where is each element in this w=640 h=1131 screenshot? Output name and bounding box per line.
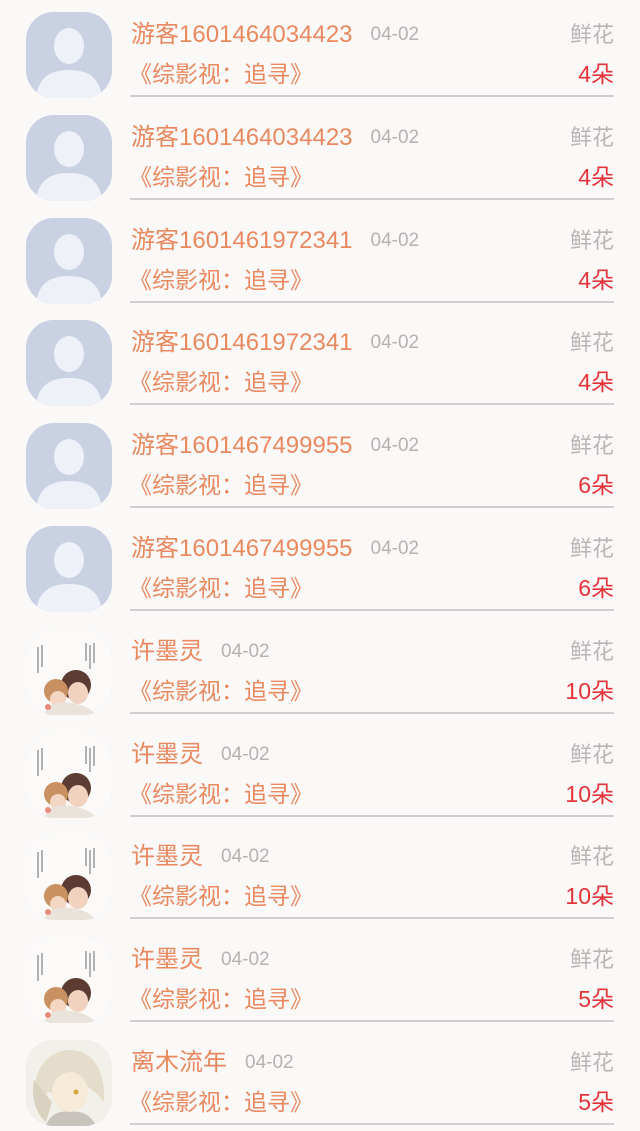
gift-type-label: 鲜花 — [569, 741, 614, 767]
gift-count-label: 10朵 — [565, 677, 614, 704]
list-item[interactable]: 游客1601464034423 04-02 鲜花 《综影视：追寻》 4朵 — [0, 103, 640, 206]
divider — [130, 609, 614, 611]
list-item[interactable]: 许墨灵 04-02 鲜花 《综影视：追寻》 10朵 — [0, 617, 640, 720]
divider — [130, 711, 614, 714]
divider — [130, 95, 614, 97]
divider — [130, 1123, 614, 1125]
gift-type-label: 鲜花 — [569, 844, 614, 870]
divider — [130, 403, 614, 406]
username[interactable]: 许墨灵 04-02 — [131, 637, 270, 667]
gift-count-label: 4朵 — [578, 61, 614, 87]
username[interactable]: 游客1601467499955 04-02 — [131, 431, 419, 461]
username-text: 游客1601461972341 — [131, 226, 353, 254]
date-label: 04-02 — [221, 846, 270, 868]
divider — [130, 917, 614, 920]
list-item[interactable]: 许墨灵 04-02 鲜花 《综影视：追寻》 10朵 — [0, 822, 640, 925]
date-label: 04-02 — [370, 332, 420, 354]
gift-count-label: 10朵 — [565, 883, 614, 910]
date-label: 04-02 — [221, 949, 270, 971]
book-title-link[interactable]: 《综影视：追寻》 — [129, 573, 313, 603]
divider — [130, 197, 614, 200]
gift-type-label: 鲜花 — [569, 227, 614, 253]
avatar[interactable] — [26, 320, 112, 407]
avatar[interactable] — [26, 12, 112, 98]
list-item[interactable]: 游客1601467499955 04-02 鲜花 《综影视：追寻》 6朵 — [0, 411, 640, 514]
gift-type-label: 鲜花 — [569, 433, 614, 459]
avatar[interactable] — [26, 731, 112, 818]
gift-type-label: 鲜花 — [569, 124, 614, 150]
username[interactable]: 许墨灵 04-02 — [131, 740, 270, 770]
list-item[interactable]: 许墨灵 04-02 鲜花 《综影视：追寻》 10朵 — [0, 720, 640, 823]
gift-count-label: 5朵 — [578, 1089, 614, 1115]
gift-count-label: 6朵 — [578, 575, 614, 601]
gift-count-label: 10朵 — [565, 780, 614, 807]
book-title-link[interactable]: 《综影视：追寻》 — [129, 162, 313, 192]
avatar[interactable] — [26, 114, 112, 201]
date-label: 04-02 — [221, 743, 270, 765]
username-text: 离木流年 — [131, 1049, 227, 1076]
date-label: 04-02 — [370, 229, 420, 251]
gift-count-label: 5朵 — [578, 986, 614, 1013]
username-text: 许墨灵 — [131, 740, 203, 768]
date-label: 04-02 — [370, 435, 420, 457]
username[interactable]: 游客1601467499955 04-02 — [131, 534, 419, 564]
date-label: 04-02 — [245, 1052, 294, 1073]
divider — [130, 1020, 614, 1023]
list-item[interactable]: 游客1601461972341 04-02 鲜花 《综影视：追寻》 4朵 — [0, 308, 640, 411]
username[interactable]: 游客1601464034423 04-02 — [131, 123, 419, 153]
avatar[interactable] — [26, 217, 112, 304]
gift-type-label: 鲜花 — [569, 536, 614, 561]
date-label: 04-02 — [370, 538, 420, 559]
username-text: 游客1601467499955 — [131, 432, 353, 460]
username-text: 游客1601467499955 — [131, 535, 353, 562]
avatar[interactable] — [26, 937, 112, 1024]
book-title-link[interactable]: 《综影视：追寻》 — [129, 984, 313, 1014]
avatar[interactable] — [26, 834, 112, 921]
book-title-link[interactable]: 《综影视：追寻》 — [129, 676, 313, 706]
book-title-link[interactable]: 《综影视：追寻》 — [129, 779, 313, 809]
book-title-link[interactable]: 《综影视：追寻》 — [129, 1087, 313, 1117]
list-item[interactable]: 离木流年 04-02 鲜花 《综影视：追寻》 5朵 — [0, 1028, 640, 1131]
username-text: 游客1601461972341 — [131, 329, 353, 357]
avatar[interactable] — [26, 628, 112, 715]
book-title-link[interactable]: 《综影视：追寻》 — [129, 59, 313, 89]
list-item[interactable]: 游客1601467499955 04-02 鲜花 《综影视：追寻》 6朵 — [0, 514, 640, 617]
book-title-link[interactable]: 《综影视：追寻》 — [129, 367, 313, 397]
gift-count-label: 4朵 — [578, 369, 614, 396]
list-item[interactable]: 游客1601461972341 04-02 鲜花 《综影视：追寻》 4朵 — [0, 206, 640, 309]
book-title-link[interactable]: 《综影视：追寻》 — [129, 470, 313, 500]
gift-count-label: 4朵 — [578, 163, 614, 190]
divider — [130, 300, 614, 303]
avatar[interactable] — [26, 526, 112, 612]
list-item[interactable]: 许墨灵 04-02 鲜花 《综影视：追寻》 5朵 — [0, 925, 640, 1028]
username[interactable]: 游客1601461972341 04-02 — [131, 328, 419, 358]
book-title-link[interactable]: 《综影视：追寻》 — [129, 881, 313, 911]
book-title-link[interactable]: 《综影视：追寻》 — [129, 265, 313, 295]
date-label: 04-02 — [370, 24, 420, 45]
gift-type-label: 鲜花 — [569, 947, 614, 973]
username-text: 游客1601464034423 — [131, 21, 353, 48]
avatar[interactable] — [26, 423, 112, 510]
username-text: 许墨灵 — [131, 946, 203, 974]
username[interactable]: 游客1601464034423 04-02 — [131, 20, 419, 50]
date-label: 04-02 — [370, 126, 420, 148]
date-label: 04-02 — [221, 640, 270, 662]
avatar[interactable] — [26, 1040, 112, 1126]
divider — [130, 506, 614, 509]
username-text: 许墨灵 — [131, 843, 203, 871]
username[interactable]: 许墨灵 04-02 — [131, 842, 270, 872]
gift-count-label: 6朵 — [578, 472, 614, 499]
gift-type-label: 鲜花 — [569, 638, 614, 664]
username[interactable]: 许墨灵 04-02 — [131, 945, 270, 975]
gift-type-label: 鲜花 — [569, 1050, 614, 1075]
username-text: 许墨灵 — [131, 637, 203, 665]
username[interactable]: 离木流年 04-02 — [131, 1048, 294, 1078]
username[interactable]: 游客1601461972341 04-02 — [131, 226, 419, 256]
divider — [130, 814, 614, 817]
list-item[interactable]: 游客1601464034423 04-02 鲜花 《综影视：追寻》 4朵 — [0, 0, 640, 103]
gift-type-label: 鲜花 — [569, 22, 614, 47]
username-text: 游客1601464034423 — [131, 123, 353, 151]
gift-type-label: 鲜花 — [569, 330, 614, 356]
gift-count-label: 4朵 — [578, 266, 614, 293]
